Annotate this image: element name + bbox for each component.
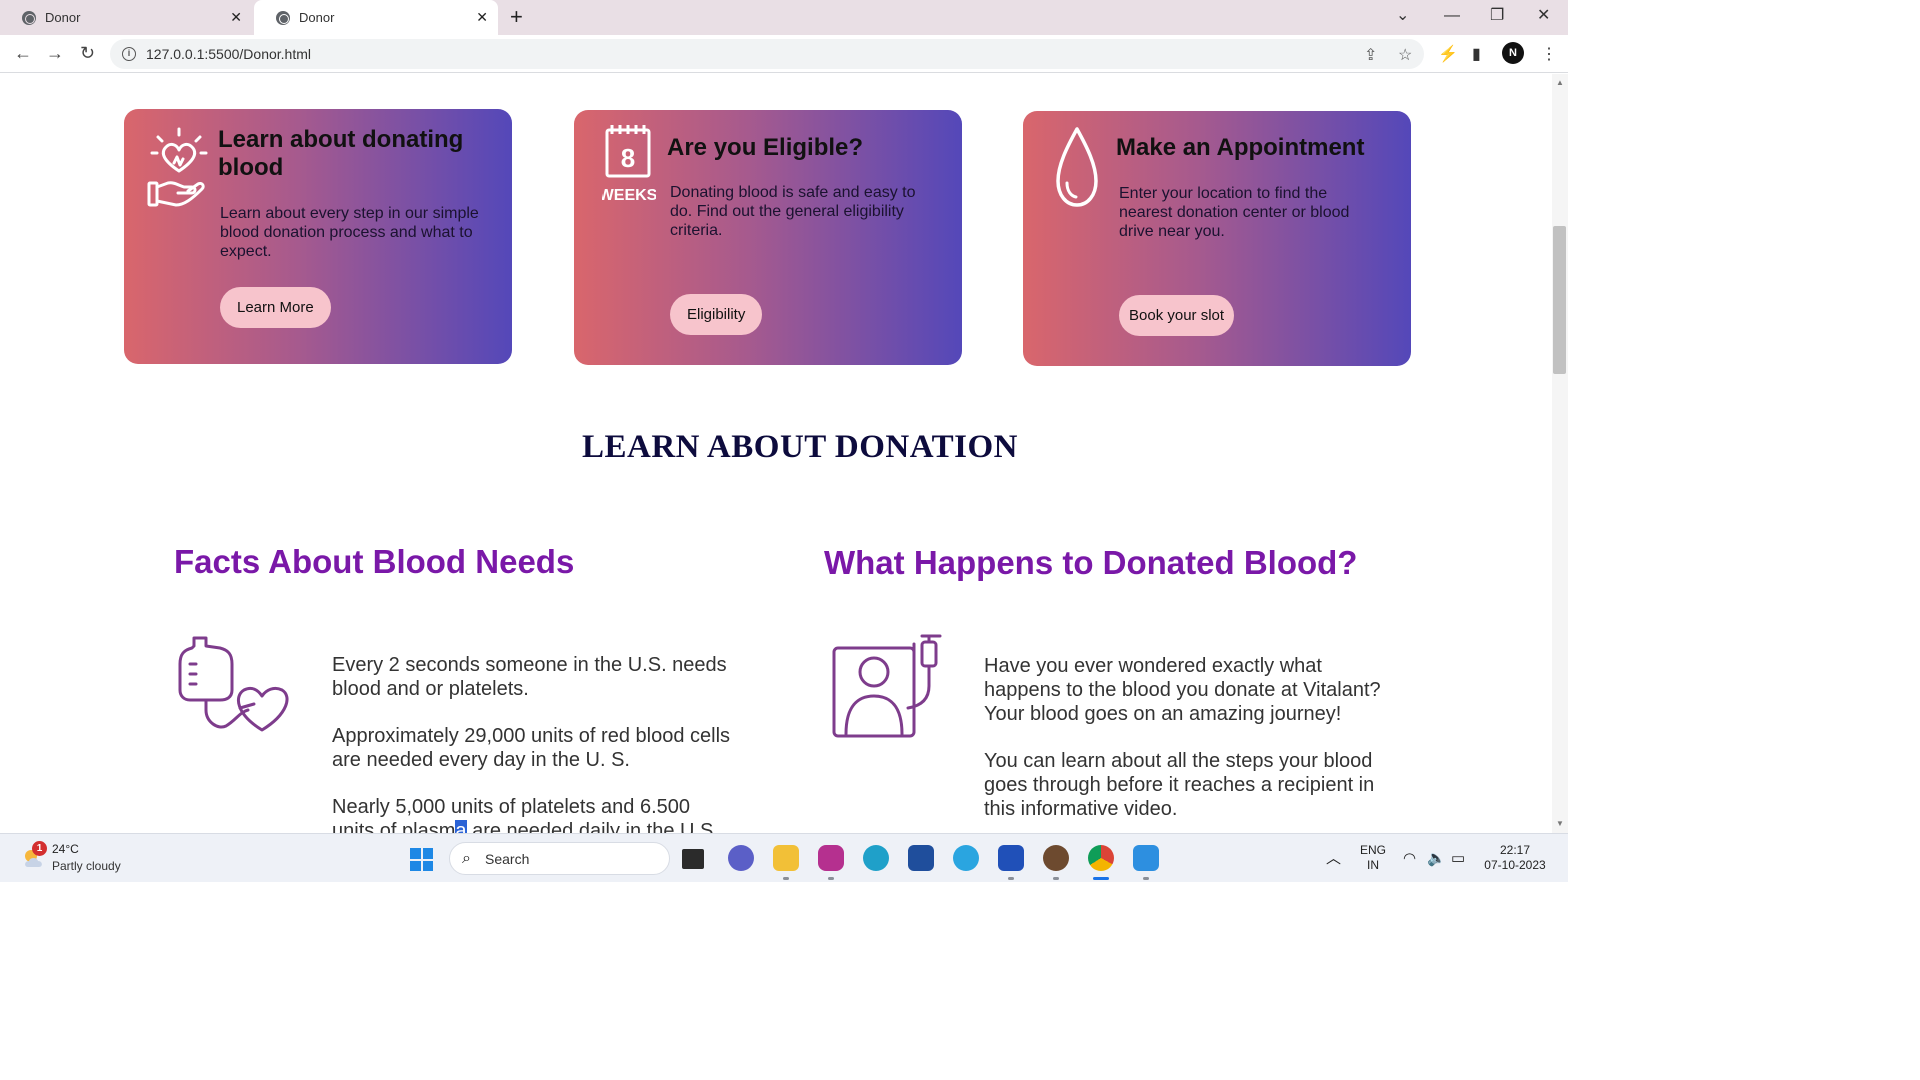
search-icon: ⌕ (462, 850, 471, 867)
card-title: Learn about donating blood (218, 126, 464, 181)
close-icon[interactable]: ✕ (476, 9, 488, 25)
address-bar[interactable]: i 127.0.0.1:5500/Donor.html ⇪ ☆ (110, 39, 1424, 69)
game-app-icon[interactable] (1043, 845, 1069, 880)
edge-browser-icon[interactable] (863, 845, 889, 871)
side-panel-icon[interactable]: ▮ (1472, 44, 1481, 64)
weather-description[interactable]: Partly cloudy (52, 859, 121, 873)
text-selection: a (455, 820, 467, 833)
card-title: Are you Eligible? (667, 134, 864, 161)
file-explorer-icon[interactable] (773, 845, 799, 880)
fact-paragraph: Every 2 seconds someone in the U.S. need… (332, 654, 727, 700)
chrome-browser-icon[interactable] (1088, 845, 1114, 880)
facts-text: Every 2 seconds someone in the U.S. need… (332, 653, 732, 833)
heart-in-hand-icon (147, 127, 208, 207)
page-viewport: Learn about donating blood Learn about e… (0, 74, 1552, 833)
forward-button[interactable]: → (46, 43, 64, 63)
restore-button[interactable]: ❐ (1490, 6, 1504, 26)
teams-chat-icon[interactable] (728, 845, 754, 871)
profile-avatar[interactable]: N (1502, 42, 1524, 64)
close-icon[interactable]: ✕ (230, 9, 242, 25)
fact-paragraph: Approximately 29,000 units of red blood … (332, 725, 731, 771)
new-tab-button[interactable]: + (510, 5, 523, 29)
card-description: Enter your location to find the nearest … (1119, 185, 1350, 240)
notification-badge: 1 (32, 841, 47, 856)
extension-icon[interactable]: ⚡ (1438, 44, 1458, 64)
learn-card: Learn about donating blood Learn about e… (124, 109, 512, 364)
calendar-8-weeks-icon: 8 WEEKS (602, 125, 656, 204)
wifi-icon[interactable]: ◠ (1403, 849, 1416, 867)
clock[interactable]: 22:17 07-10-2023 (1480, 843, 1550, 873)
donated-paragraph: Have you ever wondered exactly what happ… (984, 655, 1381, 725)
wps-office-icon[interactable] (818, 845, 844, 880)
card-description: Learn about every step in our simple blo… (220, 205, 479, 260)
browser-tab-1[interactable]: Donor ✕ (0, 0, 252, 35)
browser-tab-2[interactable]: Donor ✕ (254, 0, 498, 35)
tab-title: Donor (45, 10, 81, 25)
eligibility-button[interactable]: Eligibility (670, 294, 763, 335)
photos-app-icon[interactable] (1133, 845, 1159, 880)
browser-tab-strip: Donor ✕ Donor ✕ + ⌄ — ❐ ✕ (0, 0, 1568, 35)
browser-toolbar: ← → ↻ i 127.0.0.1:5500/Donor.html ⇪ ☆ ⚡ … (0, 35, 1568, 73)
globe-icon (22, 10, 36, 25)
card-title: Make an Appointment (1116, 134, 1365, 161)
book-slot-button[interactable]: Book your slot (1119, 295, 1235, 336)
task-view-icon[interactable] (682, 849, 704, 869)
card-description: Donating blood is safe and easy to do. F… (670, 184, 916, 239)
tab-title: Donor (299, 10, 335, 25)
show-hidden-icons-chevron[interactable]: ︿ (1326, 847, 1341, 868)
url-text[interactable]: 127.0.0.1:5500/Donor.html (146, 46, 311, 62)
taskbar-search[interactable]: ⌕ Search (449, 842, 670, 875)
volume-icon[interactable]: 🔈 (1427, 849, 1446, 867)
blood-drop-icon (1056, 127, 1098, 207)
share-icon[interactable]: ⇪ (1364, 45, 1377, 65)
svg-text:WEEKS: WEEKS (602, 187, 656, 204)
facts-title: Facts About Blood Needs (174, 543, 575, 580)
remote-desktop-icon[interactable] (998, 845, 1024, 880)
globe-icon (276, 10, 290, 25)
learn-more-button[interactable]: Learn More (220, 287, 331, 328)
appointment-card: Make an Appointment Enter your location … (1023, 111, 1411, 366)
bookmark-star-icon[interactable]: ☆ (1398, 45, 1412, 65)
fact-paragraph: Nearly 5,000 units of platelets and 6.50… (332, 796, 691, 818)
browser-menu-icon[interactable]: ⋮ (1541, 44, 1557, 64)
reload-button[interactable]: ↻ (80, 43, 95, 63)
battery-icon[interactable]: ▭ (1451, 849, 1465, 867)
search-placeholder: Search (485, 851, 530, 867)
scroll-down-arrow-icon[interactable]: ▼ (1556, 819, 1564, 828)
section-heading: LEARN ABOUT DONATION (581, 429, 1019, 465)
page-scrollbar[interactable]: ▲ ▼ (1552, 74, 1568, 833)
blood-bag-heart-icon (178, 636, 289, 732)
donated-title: What Happens to Donated Blood? (824, 544, 1358, 581)
window-close-button[interactable]: ✕ (1537, 6, 1550, 26)
scrollbar-thumb[interactable] (1553, 226, 1566, 374)
language-indicator[interactable]: ENG IN (1358, 843, 1388, 873)
scroll-up-arrow-icon[interactable]: ▲ (1556, 78, 1564, 87)
minimize-button[interactable]: — (1444, 6, 1460, 26)
weather-temperature[interactable]: 24°C (52, 842, 79, 856)
windows-start-icon[interactable] (410, 848, 433, 871)
taskbar: 1 24°C Partly cloudy ⌕ Search ︿ ENG IN ◠… (0, 833, 1568, 882)
donated-paragraph: You can learn about all the steps your b… (984, 750, 1375, 820)
donated-text: Have you ever wondered exactly what happ… (984, 654, 1394, 833)
svg-text:8: 8 (621, 143, 635, 173)
tab-search-chevron-icon[interactable]: ⌄ (1396, 6, 1409, 26)
fact-paragraph-continued: units of plasma are needed daily in the … (332, 819, 732, 833)
site-info-icon[interactable]: i (122, 47, 136, 61)
patient-transfusion-icon (832, 634, 942, 738)
back-button[interactable]: ← (14, 43, 32, 63)
eligibility-card: 8 WEEKS Are you Eligible? Donating blood… (574, 110, 962, 365)
microsoft-store-icon[interactable] (908, 845, 934, 871)
skype-icon[interactable] (953, 845, 979, 871)
